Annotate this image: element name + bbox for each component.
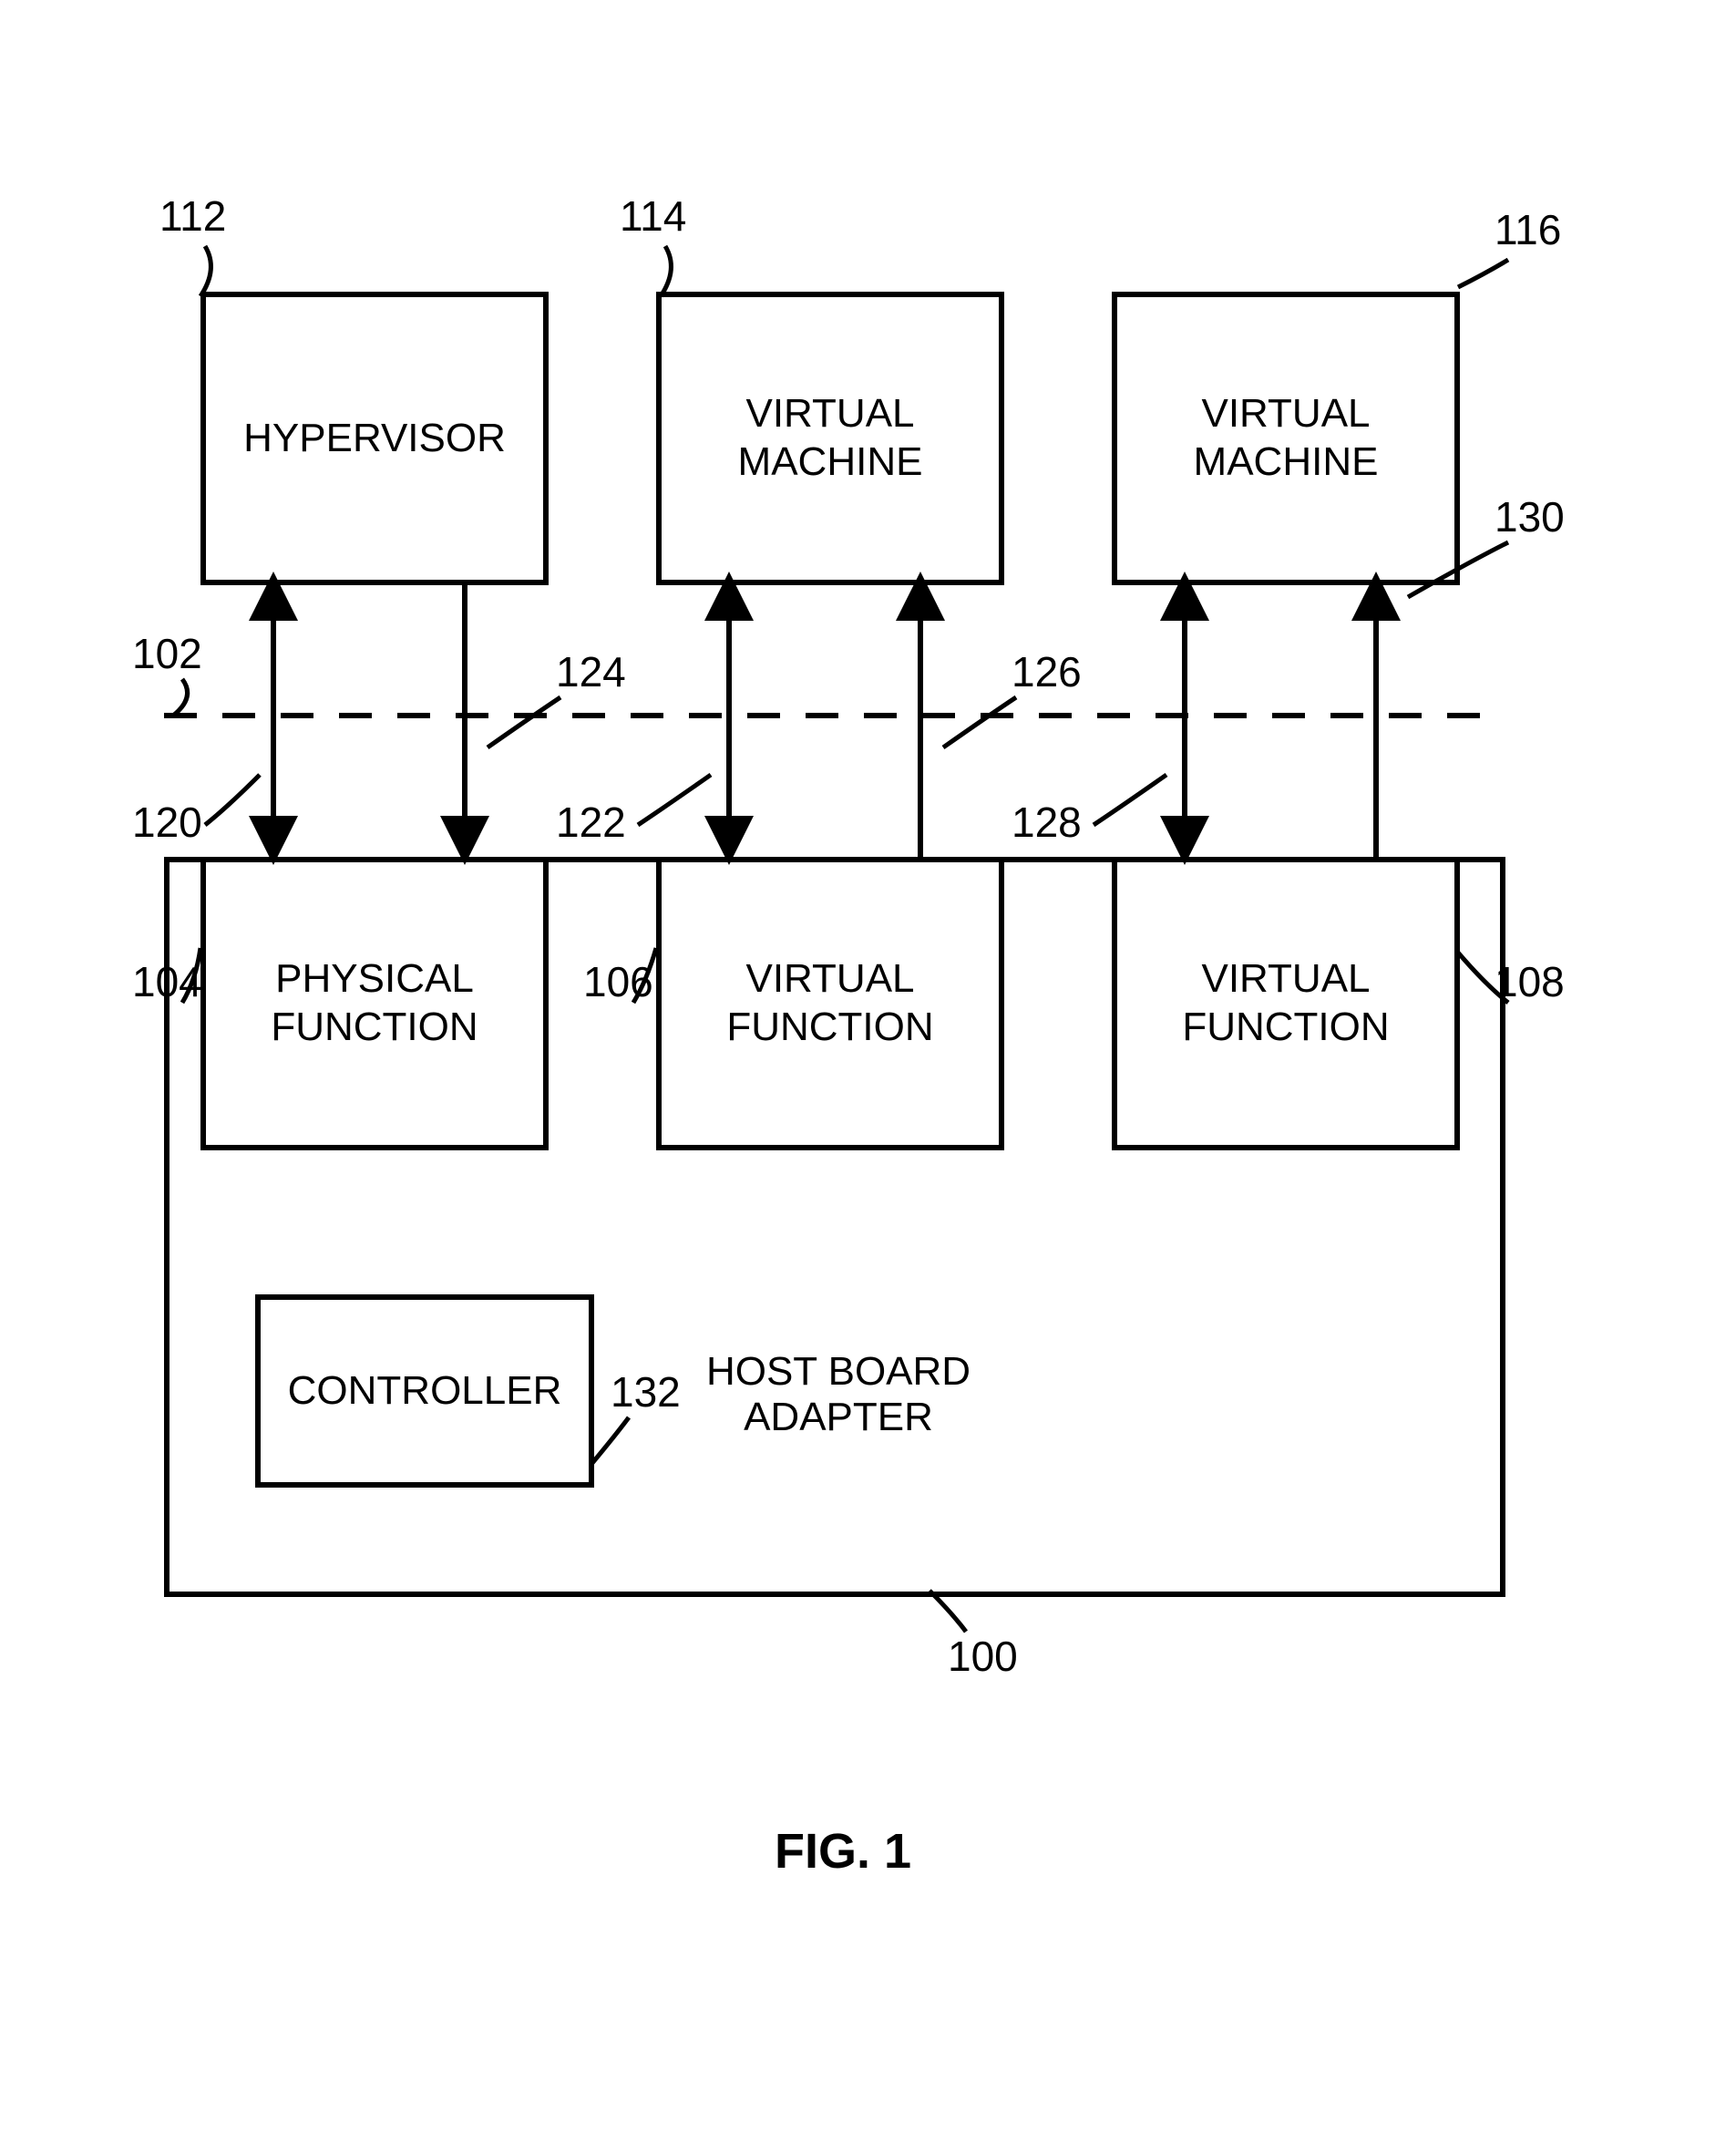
- vm2-box: VIRTUAL MACHINE: [1112, 292, 1460, 585]
- figure-label: FIG. 1: [775, 1823, 911, 1880]
- hba-label: HOST BOARD ADAPTER: [656, 1349, 1021, 1440]
- ref-130: 130: [1495, 492, 1565, 541]
- vm1-label: VIRTUAL MACHINE: [662, 390, 999, 487]
- vf1-box: VIRTUAL FUNCTION: [656, 857, 1004, 1150]
- ref-128: 128: [1012, 798, 1082, 847]
- figure-page: HYPERVISOR VIRTUAL MACHINE VIRTUAL MACHI…: [0, 0, 1736, 2143]
- ref-124: 124: [556, 647, 626, 696]
- ref-132: 132: [611, 1367, 681, 1417]
- ref-108: 108: [1495, 957, 1565, 1006]
- ref-114: 114: [620, 191, 686, 241]
- ref-112: 112: [159, 191, 226, 241]
- ref-106: 106: [583, 957, 653, 1006]
- controller-label: CONTROLLER: [288, 1367, 562, 1416]
- ref-116: 116: [1495, 205, 1561, 254]
- vm1-box: VIRTUAL MACHINE: [656, 292, 1004, 585]
- ref-126: 126: [1012, 647, 1082, 696]
- ref-104: 104: [132, 957, 202, 1006]
- vf2-box: VIRTUAL FUNCTION: [1112, 857, 1460, 1150]
- vf1-label: VIRTUAL FUNCTION: [726, 955, 933, 1052]
- ref-102: 102: [132, 629, 202, 678]
- ref-122: 122: [556, 798, 626, 847]
- controller-box: CONTROLLER: [255, 1294, 594, 1488]
- vf2-label: VIRTUAL FUNCTION: [1182, 955, 1389, 1052]
- hypervisor-box: HYPERVISOR: [200, 292, 549, 585]
- hypervisor-label: HYPERVISOR: [243, 415, 506, 463]
- pf-box: PHYSICAL FUNCTION: [200, 857, 549, 1150]
- pf-label: PHYSICAL FUNCTION: [271, 955, 478, 1052]
- vm2-label: VIRTUAL MACHINE: [1117, 390, 1454, 487]
- ref-100: 100: [948, 1632, 1018, 1681]
- ref-120: 120: [132, 798, 202, 847]
